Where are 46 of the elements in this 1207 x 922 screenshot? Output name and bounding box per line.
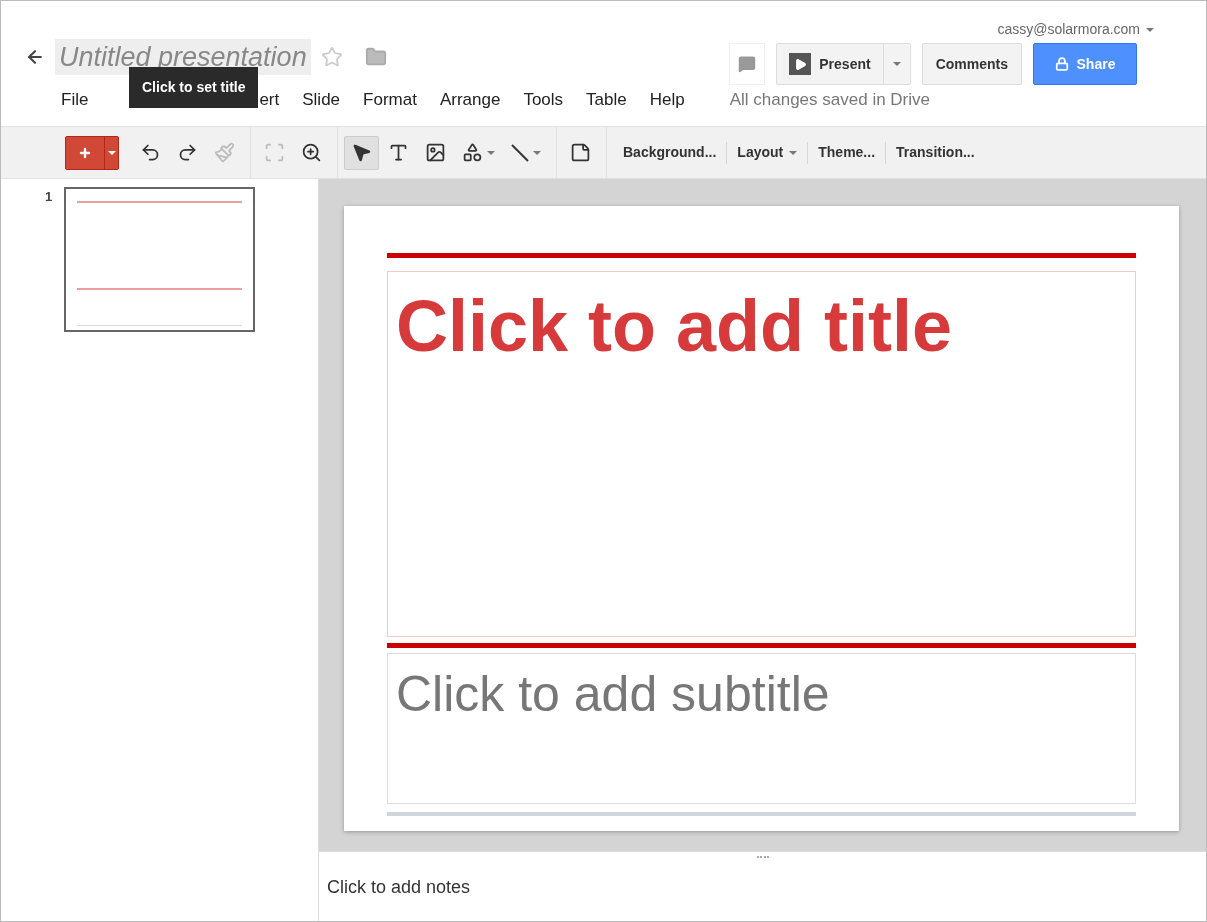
menu-item[interactable]: File bbox=[61, 87, 89, 113]
chat-icon bbox=[738, 55, 757, 73]
zoom-icon bbox=[301, 142, 322, 163]
note-icon bbox=[570, 142, 591, 163]
slide-number: 1 bbox=[45, 188, 53, 206]
line-icon bbox=[511, 143, 529, 162]
chat-button[interactable] bbox=[729, 43, 766, 85]
play-icon bbox=[789, 53, 812, 75]
new-slide-button[interactable] bbox=[65, 135, 119, 170]
speaker-notes-field[interactable]: Click to add notes bbox=[319, 864, 1206, 901]
comments-button[interactable]: Comments bbox=[921, 43, 1022, 85]
frame-icon bbox=[264, 142, 285, 163]
cursor-icon bbox=[351, 142, 372, 163]
account-caret-icon bbox=[1146, 27, 1154, 32]
toolbar-action[interactable]: Background... bbox=[613, 142, 727, 163]
star-icon[interactable] bbox=[320, 46, 343, 68]
plus-icon bbox=[78, 145, 92, 160]
caret-icon bbox=[107, 150, 116, 155]
undo-icon bbox=[140, 142, 161, 163]
caret-icon bbox=[892, 62, 901, 66]
toolbar-button[interactable] bbox=[344, 135, 379, 170]
image-icon bbox=[425, 142, 446, 163]
lock-icon bbox=[1054, 57, 1069, 71]
paint-roller-icon bbox=[214, 142, 235, 163]
menu-item[interactable]: Table bbox=[586, 87, 627, 113]
toolbar-action[interactable]: Theme... bbox=[808, 142, 886, 163]
menu-item[interactable]: Tools bbox=[523, 87, 564, 113]
save-status: All changes saved in Drive bbox=[729, 89, 930, 111]
title-placeholder[interactable]: Click to add title bbox=[387, 271, 1136, 637]
caret-icon bbox=[533, 150, 541, 155]
shape-icon bbox=[462, 142, 483, 163]
toolbar-action[interactable]: Layout bbox=[727, 142, 808, 163]
text-box-icon bbox=[388, 142, 409, 163]
account-email[interactable]: cassy@solarmora.com bbox=[997, 19, 1140, 40]
tooltip: Click to set title bbox=[129, 67, 259, 108]
slide-thumbnail[interactable] bbox=[64, 187, 256, 332]
menu-item[interactable]: Help bbox=[649, 87, 685, 113]
caret-icon bbox=[487, 150, 495, 155]
caret-icon bbox=[789, 150, 798, 155]
menu-item[interactable]: Slide bbox=[302, 87, 341, 113]
redo-icon bbox=[177, 142, 198, 163]
menu-item[interactable]: ert bbox=[259, 87, 280, 113]
toolbar-action[interactable]: Transition... bbox=[886, 142, 985, 163]
subtitle-placeholder[interactable]: Click to add subtitle bbox=[387, 653, 1136, 804]
menu-item[interactable]: Format bbox=[363, 87, 417, 113]
menu-item[interactable]: Arrange bbox=[439, 87, 501, 113]
